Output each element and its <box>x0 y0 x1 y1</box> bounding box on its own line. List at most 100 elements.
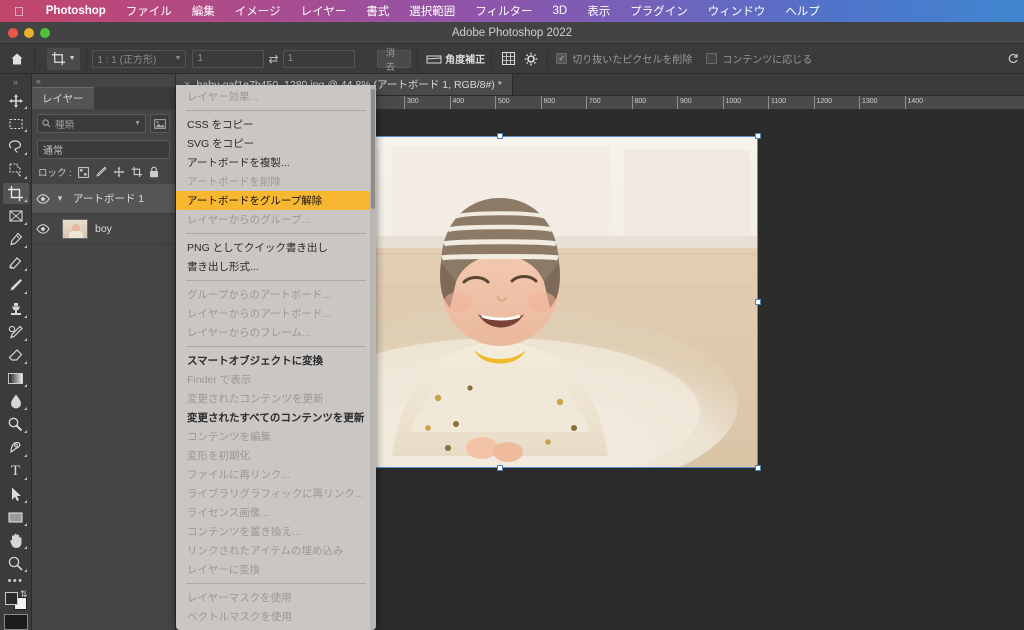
quick-mask-swatch[interactable] <box>3 613 28 630</box>
lock-all-icon[interactable] <box>149 166 159 178</box>
context-menu-item[interactable]: スマートオブジェクトに変換 <box>176 351 376 370</box>
gear-icon[interactable] <box>520 48 542 70</box>
ruler-tick-h: 1400 <box>904 96 923 109</box>
content-aware-checkbox[interactable] <box>706 53 718 64</box>
context-menu-scrollbar[interactable] <box>370 85 376 630</box>
crop-tool[interactable] <box>2 182 29 204</box>
aspect-ratio-select[interactable]: 1 : 1 (正方形) ▼ <box>92 49 187 68</box>
gradient-tool[interactable] <box>3 368 29 389</box>
chevron-down-icon[interactable]: ▾ <box>54 193 66 204</box>
chevron-down-icon[interactable]: ▼ <box>69 55 76 62</box>
layer-name-artboard-1: アートボード 1 <box>73 193 145 205</box>
rectangle-shape-tool[interactable] <box>3 507 29 528</box>
color-swatches[interactable]: ⇅ <box>4 589 28 610</box>
image-filter-icon[interactable] <box>150 114 170 133</box>
lasso-tool[interactable] <box>3 136 29 157</box>
blend-mode-select[interactable]: 通常 <box>37 140 170 159</box>
menu-layer[interactable]: レイヤー <box>291 3 357 19</box>
double-chevron-left-icon[interactable]: « <box>32 74 175 87</box>
context-menu-item[interactable]: CSS をコピー <box>176 115 376 134</box>
transform-handle-br[interactable] <box>755 465 761 471</box>
menu-edit[interactable]: 編集 <box>182 3 225 19</box>
menu-plugins[interactable]: プラグイン <box>620 3 698 19</box>
quick-selection-tool[interactable] <box>3 159 29 180</box>
blur-tool[interactable] <box>3 391 29 412</box>
context-menu-item[interactable]: SVG をコピー <box>176 134 376 153</box>
swap-colors-icon[interactable]: ⇅ <box>20 589 28 600</box>
foreground-color-swatch[interactable] <box>4 592 18 606</box>
context-menu-item: レイヤーに変換 <box>187 564 261 576</box>
apple-logo-icon[interactable]:  <box>10 5 36 18</box>
eyedropper-tool[interactable] <box>3 229 29 250</box>
context-menu-item: レイヤーマスクを使用 <box>187 592 292 604</box>
menu-3d[interactable]: 3D <box>543 5 578 17</box>
grid-overlay-icon[interactable] <box>498 48 520 70</box>
eraser-tool[interactable] <box>3 345 29 366</box>
menu-type[interactable]: 書式 <box>356 3 399 19</box>
pen-tool[interactable] <box>3 437 29 458</box>
layers-panel: « レイヤー 種類 ▼ 通常 ロック : ▾ アートボード 1 boy <box>32 74 176 630</box>
lock-image-pixels-icon[interactable] <box>95 166 107 178</box>
menu-file[interactable]: ファイル <box>116 3 182 19</box>
history-brush-tool[interactable] <box>3 322 29 343</box>
clone-stamp-tool[interactable] <box>3 298 29 319</box>
lock-transparent-pixels-icon[interactable] <box>77 166 89 178</box>
lock-position-icon[interactable] <box>113 166 125 178</box>
tab-layers[interactable]: レイヤー <box>32 87 94 109</box>
move-tool[interactable] <box>3 90 29 111</box>
context-menu-item: ライセンス画像... <box>187 507 270 519</box>
path-selection-tool[interactable] <box>3 484 29 505</box>
home-icon[interactable] <box>6 48 28 70</box>
crop-height-input[interactable]: 1 <box>282 49 355 68</box>
healing-brush-tool[interactable] <box>3 252 29 273</box>
straighten-label[interactable]: 角度補正 <box>445 51 485 66</box>
divider <box>416 48 418 69</box>
transform-handle-tr[interactable] <box>755 133 761 139</box>
eye-icon[interactable] <box>32 193 54 204</box>
double-chevron-right-icon[interactable]: » <box>13 76 18 89</box>
reset-arrow-icon[interactable] <box>1002 48 1024 70</box>
active-tool-crop[interactable]: ▼ <box>46 47 80 70</box>
brush-tool[interactable] <box>3 275 29 296</box>
swap-arrows-icon[interactable]: ⇄ <box>264 52 282 66</box>
layer-row-artboard-1[interactable]: ▾ アートボード 1 <box>32 184 175 214</box>
search-icon <box>42 119 51 128</box>
chevron-down-icon: ▼ <box>134 120 141 127</box>
maximize-button[interactable] <box>40 28 50 38</box>
delete-cropped-pixels-checkbox[interactable]: ✓ <box>556 53 568 64</box>
menu-separator <box>186 110 366 111</box>
layer-filter-kind-select[interactable]: 種類 ▼ <box>37 114 146 133</box>
menu-select[interactable]: 選択範囲 <box>399 3 465 19</box>
more-tools-button[interactable]: ••• <box>8 575 24 589</box>
context-menu-item[interactable]: アートボードを複製... <box>176 153 376 172</box>
straighten-icon[interactable] <box>423 48 445 70</box>
context-menu-item[interactable]: 変更されたすべてのコンテンツを更新 <box>176 408 376 427</box>
context-menu-item[interactable]: PNG としてクイック書き出し <box>176 238 376 257</box>
context-menu-item[interactable]: アートボードをグループ解除 <box>176 191 376 210</box>
menu-window[interactable]: ウィンドウ <box>698 3 776 19</box>
menu-help[interactable]: ヘルプ <box>775 3 830 19</box>
menu-image[interactable]: イメージ <box>225 3 291 19</box>
clear-button[interactable]: 消去 <box>376 48 411 73</box>
menu-filter[interactable]: フィルター <box>465 3 542 19</box>
transform-handle-mr[interactable] <box>755 299 761 305</box>
type-tool[interactable]: T <box>3 461 29 482</box>
rectangular-marquee-tool[interactable] <box>3 113 29 134</box>
eye-icon[interactable] <box>32 223 54 234</box>
context-menu-item[interactable]: 書き出し形式... <box>176 257 376 276</box>
tool-options-bar: ▼ 1 : 1 (正方形) ▼ 1 ⇄ 1 消去 角度補正 ✓ 切り抜いたピクセ… <box>0 44 1024 74</box>
layer-row-boy[interactable]: boy <box>32 214 175 244</box>
frame-tool[interactable] <box>3 206 29 227</box>
lock-nesting-icon[interactable] <box>131 166 143 178</box>
minimize-button[interactable] <box>24 28 34 38</box>
crop-width-input[interactable]: 1 <box>192 49 265 68</box>
zoom-tool[interactable] <box>3 553 29 574</box>
menu-photoshop[interactable]: Photoshop <box>36 5 116 17</box>
transform-handle-bc[interactable] <box>497 465 503 471</box>
dodge-tool[interactable] <box>3 414 29 435</box>
layer-context-menu[interactable]: レイヤー効果... CSS をコピー SVG をコピー アートボードを複製... アート… <box>176 85 376 630</box>
menu-view[interactable]: 表示 <box>577 3 620 19</box>
hand-tool[interactable] <box>3 530 29 551</box>
close-button[interactable] <box>8 28 18 38</box>
transform-handle-tc[interactable] <box>497 133 503 139</box>
